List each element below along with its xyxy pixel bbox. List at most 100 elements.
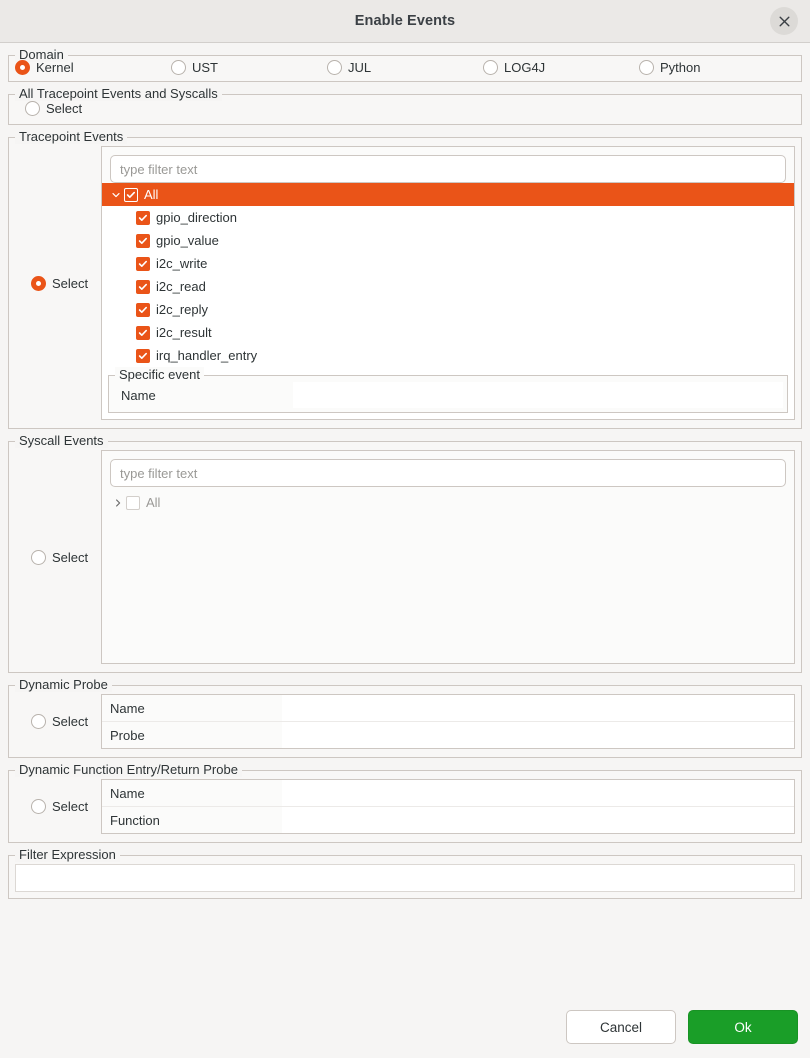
- syscall-tree-box: All: [101, 450, 795, 664]
- tracepoint-select-col: Select: [15, 146, 101, 420]
- tracepoint-filter-input[interactable]: [110, 155, 786, 183]
- syscall-filter-input[interactable]: [110, 459, 786, 487]
- checkbox-icon[interactable]: [136, 210, 150, 225]
- specific-event-inner: Name: [109, 376, 787, 412]
- tree-item-label: gpio_value: [156, 233, 219, 248]
- tree-row-all-syscalls[interactable]: All: [102, 491, 794, 514]
- tree-item-label: All: [146, 495, 161, 510]
- radio-icon: [327, 60, 342, 75]
- dynamic-function-probe-name-input[interactable]: [282, 780, 794, 806]
- dynamic-probe-content-col: Name Probe: [101, 694, 795, 749]
- tree-row-event[interactable]: i2c_write: [102, 252, 794, 275]
- syscall-events-group: Syscall Events Select type filter text A…: [8, 433, 802, 673]
- domain-option-jul[interactable]: JUL: [327, 60, 483, 75]
- dynamic-function-probe-function-input[interactable]: [282, 807, 794, 833]
- tracepoint-select-label: Select: [52, 275, 89, 291]
- tracepoint-filter-wrap: [102, 147, 794, 183]
- domain-option-kernel[interactable]: Kernel: [15, 60, 171, 75]
- tracepoint-events-inner: Select type filter text All gpio_directi…: [9, 138, 801, 428]
- all-events-group: All Tracepoint Events and Syscalls Selec…: [8, 86, 802, 125]
- tracepoint-tree-list[interactable]: All gpio_direction gpio_value i2c_write …: [102, 183, 794, 367]
- dynamic-function-probe-select-col: Select: [15, 779, 101, 834]
- tracepoint-events-legend: Tracepoint Events: [15, 129, 128, 144]
- tree-row-event[interactable]: i2c_read: [102, 275, 794, 298]
- domain-option-label: LOG4J: [504, 60, 546, 75]
- close-icon[interactable]: [770, 7, 798, 35]
- dynamic-function-probe-field-table: Name Function: [101, 779, 795, 834]
- tree-row-all[interactable]: All: [102, 183, 794, 206]
- tracepoint-content-col: All gpio_direction: [101, 146, 795, 420]
- tracepoint-tree-box: All gpio_direction: [101, 146, 795, 420]
- dynamic-probe-select-radio[interactable]: Select: [31, 714, 88, 729]
- domain-option-python[interactable]: Python: [639, 60, 795, 75]
- specific-event-name-row: Name: [113, 382, 783, 408]
- all-events-select-label: Select: [46, 101, 83, 116]
- dynamic-probe-select-col: Select: [15, 694, 101, 749]
- tree-row-event[interactable]: gpio_direction: [102, 206, 794, 229]
- dynamic-probe-inner: Select Name Probe: [9, 686, 801, 757]
- specific-event-group: Specific event Name: [108, 367, 788, 413]
- checkbox-icon[interactable]: [136, 279, 150, 294]
- dynamic-probe-name-input[interactable]: [282, 695, 794, 721]
- dynamic-function-probe-name-row: Name: [102, 780, 794, 806]
- enable-events-dialog: Enable Events Domain Kernel UST JUL LOG4…: [0, 0, 810, 1058]
- tree-item-label: i2c_result: [156, 325, 212, 340]
- tree-item-label: All: [144, 187, 159, 202]
- tree-row-event[interactable]: i2c_result: [102, 321, 794, 344]
- syscall-select-col: Select: [15, 450, 101, 664]
- specific-event-field-table: Name: [113, 382, 783, 408]
- all-events-select-radio[interactable]: Select: [25, 101, 795, 116]
- chevron-down-icon[interactable]: [108, 190, 124, 200]
- syscall-select-radio[interactable]: Select: [31, 549, 89, 565]
- dynamic-probe-probe-input[interactable]: [282, 722, 794, 748]
- ok-button[interactable]: Ok: [688, 1010, 798, 1044]
- dynamic-function-probe-legend: Dynamic Function Entry/Return Probe: [15, 762, 242, 777]
- domain-option-ust[interactable]: UST: [171, 60, 327, 75]
- syscall-filter-wrap: [102, 451, 794, 487]
- filter-expression-inner: [9, 856, 801, 898]
- tree-item-label: gpio_direction: [156, 210, 237, 225]
- tree-item-label: irq_handler_entry: [156, 348, 258, 363]
- tree-item-label: i2c_read: [156, 279, 206, 294]
- syscall-tree-list[interactable]: All: [102, 487, 794, 663]
- radio-icon: [31, 799, 46, 814]
- tree-row-event[interactable]: gpio_value: [102, 229, 794, 252]
- dynamic-probe-select-label: Select: [52, 714, 89, 729]
- dialog-footer: Cancel Ok: [0, 994, 810, 1058]
- dynamic-probe-field-table: Name Probe: [101, 694, 795, 749]
- tree-row-event[interactable]: irq_handler_entry: [102, 344, 794, 367]
- chevron-right-icon[interactable]: [110, 498, 126, 508]
- radio-icon: [25, 101, 40, 116]
- specific-event-name-input[interactable]: [293, 382, 783, 408]
- checkbox-icon[interactable]: [136, 348, 150, 363]
- domain-radio-row: Kernel UST JUL LOG4J Python: [9, 56, 801, 81]
- filter-expression-input[interactable]: [15, 864, 795, 892]
- checkbox-icon[interactable]: [126, 495, 140, 510]
- radio-icon: [171, 60, 186, 75]
- filter-expression-legend: Filter Expression: [15, 847, 120, 862]
- radio-icon: [31, 549, 46, 565]
- checkbox-icon[interactable]: [136, 233, 150, 248]
- dynamic-probe-probe-row: Probe: [102, 721, 794, 748]
- checkbox-icon[interactable]: [136, 325, 150, 340]
- dynamic-function-probe-select-radio[interactable]: Select: [31, 799, 88, 814]
- dynamic-function-probe-inner: Select Name Function: [9, 771, 801, 842]
- tracepoint-select-radio[interactable]: Select: [31, 275, 89, 291]
- radio-icon: [31, 275, 46, 291]
- dynamic-function-probe-select-label: Select: [52, 799, 89, 814]
- syscall-events-legend: Syscall Events: [15, 433, 108, 448]
- checkbox-icon[interactable]: [124, 187, 138, 202]
- syscall-select-label: Select: [52, 549, 89, 565]
- tree-row-event[interactable]: i2c_reply: [102, 298, 794, 321]
- domain-option-label: Kernel: [36, 60, 74, 75]
- cancel-button[interactable]: Cancel: [566, 1010, 676, 1044]
- domain-option-log4j[interactable]: LOG4J: [483, 60, 639, 75]
- checkbox-icon[interactable]: [136, 256, 150, 271]
- all-events-legend: All Tracepoint Events and Syscalls: [15, 86, 222, 101]
- specific-event-name-label: Name: [121, 387, 156, 403]
- dynamic-function-probe-name-label: Name: [110, 785, 145, 801]
- tracepoint-events-group: Tracepoint Events Select type filter tex…: [8, 129, 802, 429]
- tree-item-label: i2c_write: [156, 256, 208, 271]
- dynamic-function-probe-group: Dynamic Function Entry/Return Probe Sele…: [8, 762, 802, 843]
- checkbox-icon[interactable]: [136, 302, 150, 317]
